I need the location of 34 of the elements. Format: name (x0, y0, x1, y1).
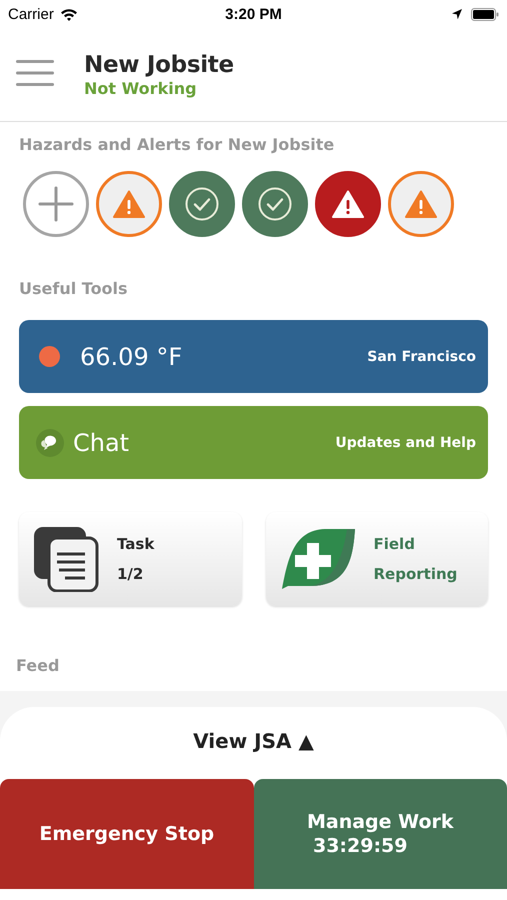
weather-bar[interactable]: 66.09 °F San Francisco (19, 320, 488, 393)
wifi-icon (60, 8, 78, 20)
battery-icon (471, 8, 499, 20)
tile-label: Task (117, 535, 154, 553)
warning-icon (405, 190, 437, 218)
leaf-cross-icon (280, 528, 356, 590)
section-title: Useful Tools (19, 279, 129, 298)
chat-bubble-icon (35, 428, 65, 458)
location-arrow-icon (451, 8, 463, 20)
task-count: 1/2 (117, 565, 144, 583)
clock-time: 3:20 PM (225, 6, 282, 22)
emergency-stop-button[interactable]: Emergency Stop (0, 779, 254, 889)
checkmark-icon (258, 187, 292, 221)
field-reporting-tile[interactable]: Field Reporting (266, 512, 488, 606)
chat-bar[interactable]: Chat Updates and Help (19, 406, 488, 479)
location-name: San Francisco (367, 348, 476, 364)
section-title: Hazards and Alerts for New Jobsite (19, 135, 336, 154)
chat-caption: Updates and Help (335, 434, 476, 450)
carrier-name: Carrier (8, 6, 54, 22)
checkmark-icon (185, 187, 219, 221)
work-status: Not Working (84, 78, 198, 98)
task-tile[interactable]: Task 1/2 (19, 512, 242, 606)
warning-icon (332, 190, 364, 218)
documents-icon (33, 526, 99, 592)
section-title: Feed (15, 656, 60, 675)
jobsite-title: New Jobsite (84, 52, 234, 78)
manage-work-button[interactable]: Manage Work 33:29:59 (254, 779, 507, 889)
menu-icon (16, 59, 54, 87)
warning-icon (113, 190, 145, 218)
view-jsa-button[interactable]: View JSA ▲ (193, 729, 314, 753)
temperature: 66.09 °F (80, 342, 182, 370)
plus-icon (38, 186, 74, 222)
tile-label: Field Reporting (374, 534, 458, 585)
chat-label: Chat (73, 428, 130, 456)
